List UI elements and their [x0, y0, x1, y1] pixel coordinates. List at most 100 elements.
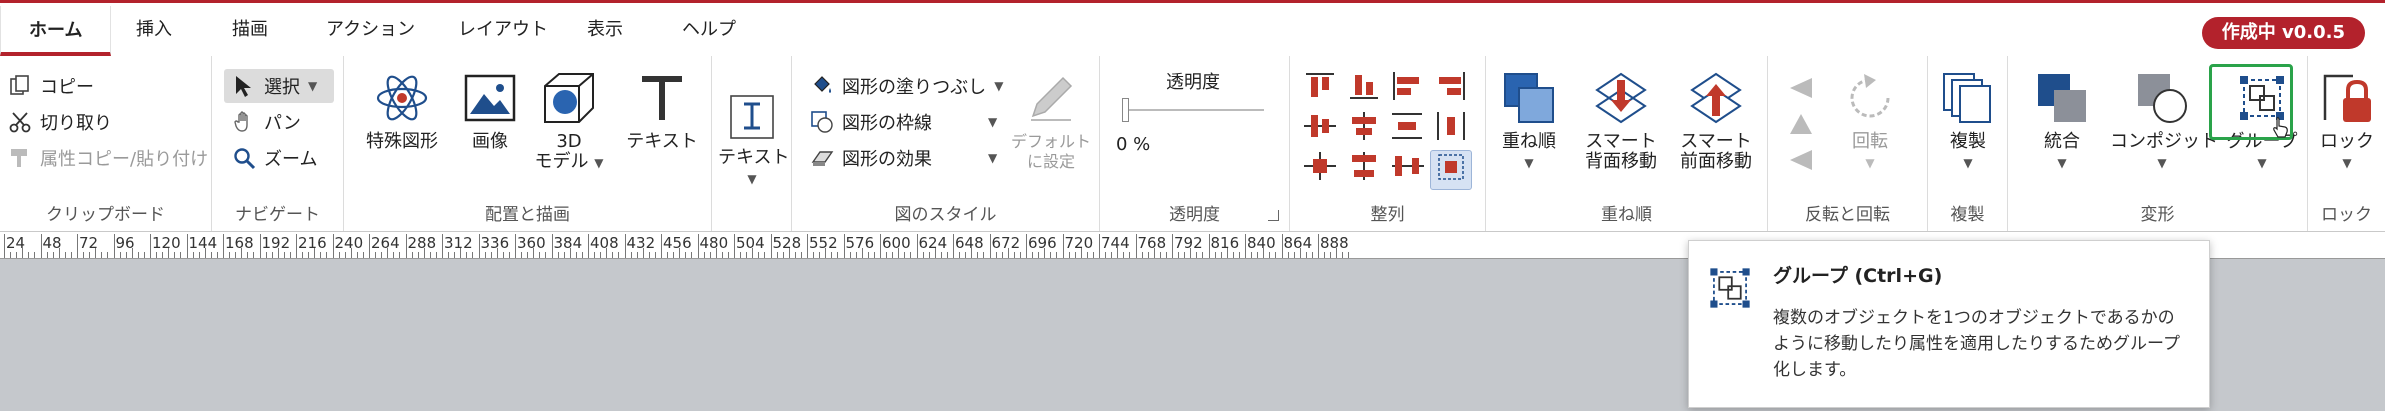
ruler-tick [83, 252, 85, 258]
lock-button[interactable]: ロック ▼ [2312, 70, 2382, 173]
image-button[interactable]: 画像 [460, 70, 520, 152]
ruler-tick-label: 840 [1247, 234, 1276, 252]
ruler-tick [898, 248, 900, 258]
group-label-order: 重ね順 [1601, 205, 1652, 225]
ruler-tick [788, 248, 790, 258]
ruler-tick [454, 252, 456, 258]
tab-help[interactable]: ヘルプ [682, 15, 736, 41]
ruler-tick [1208, 234, 1210, 258]
ruler-tick [843, 234, 845, 258]
chevron-down-icon: ▼ [988, 151, 998, 165]
combine-button[interactable]: 統合 ▼ [2024, 70, 2100, 173]
ruler-tick [1245, 234, 1246, 258]
select-tool-button[interactable]: 選択 ▼ [232, 70, 317, 102]
ruler-tick [40, 234, 42, 258]
tab-action[interactable]: アクション [326, 15, 415, 41]
tab-view[interactable]: 表示 [587, 15, 623, 41]
ruler-tick [581, 252, 583, 258]
ruler-tick [1068, 252, 1070, 258]
text-place-label: テキスト [626, 131, 698, 152]
ruler-tick [807, 234, 808, 258]
ruler-tick [837, 252, 839, 258]
ruler-tick [204, 248, 206, 258]
smart-send-back-button[interactable]: スマート 背面移動 [1576, 70, 1666, 172]
ruler-tick [983, 252, 985, 258]
ruler-tick [1196, 252, 1198, 258]
tab-draw[interactable]: 描画 [232, 15, 268, 41]
ruler-tick [381, 252, 383, 258]
ruler-tick [259, 234, 261, 258]
text-place-button[interactable]: テキスト [622, 70, 702, 152]
ruler-tick [697, 234, 699, 258]
combine-icon [2038, 74, 2086, 122]
ruler-tick [320, 252, 322, 258]
copy-label: コピー [40, 77, 94, 98]
ruler-tick [150, 234, 151, 258]
ruler-tick [1257, 252, 1259, 258]
distribute-horizontal-icon [1437, 112, 1465, 140]
ruler-tick [16, 252, 18, 258]
special-shape-button[interactable]: 特殊図形 [356, 70, 448, 152]
text-t-icon [642, 76, 682, 120]
ruler-tick [223, 234, 224, 258]
zoom-tool-button[interactable]: ズーム [232, 142, 317, 174]
cut-button[interactable]: 切り取り [8, 106, 112, 138]
shape-fill-button[interactable]: 図形の塗りつぶし ▼ [810, 70, 1003, 102]
transparency-slider-thumb[interactable] [1122, 98, 1129, 122]
ruler-tick [143, 252, 145, 258]
ribbon-tab-bar: ホーム 挿入 描画 アクション レイアウト 表示 ヘルプ 作成中 v0.0.5 [0, 3, 2385, 56]
ruler-tick [648, 252, 650, 258]
ruler-tick [417, 252, 419, 258]
bring-forward-icon [1690, 72, 1742, 124]
smart-bring-front-button[interactable]: スマート 前面移動 [1670, 70, 1762, 172]
ruler-tick [162, 252, 164, 258]
ruler-tick [186, 234, 188, 258]
text-button[interactable]: テキスト ▼ [718, 92, 789, 189]
transparency-slider-track[interactable] [1124, 109, 1264, 111]
format-painter-button[interactable]: 属性コピー/貼り付け [8, 142, 208, 174]
order-button[interactable]: 重ね順 ▼ [1494, 70, 1564, 173]
zoom-label: ズーム [264, 149, 318, 170]
ruler-tick [435, 252, 437, 258]
align-top-icon [1306, 73, 1334, 97]
ruler-tick [594, 252, 596, 258]
ruler-tick [533, 248, 535, 258]
align-buttons-grid[interactable] [1304, 72, 1474, 186]
chevron-down-icon: ▼ [1963, 156, 1973, 170]
copy-button[interactable]: コピー [8, 70, 94, 102]
group-text: テキスト ▼ [712, 56, 792, 231]
duplicate-button[interactable]: 複製 ▼ [1932, 70, 2004, 173]
shape-effect-button[interactable]: 図形の効果 ▼ [810, 142, 997, 174]
shape-outline-button[interactable]: 図形の枠線 ▼ [810, 106, 997, 138]
ruler-tick [916, 234, 918, 258]
group-label-flip-rotate: 反転と回転 [1805, 205, 1890, 225]
ruler-tick [235, 252, 237, 258]
ruler-tick [1129, 252, 1131, 258]
chevron-down-icon: ▼ [308, 79, 318, 93]
tab-insert[interactable]: 挿入 [136, 15, 172, 41]
ruler-tick [1348, 252, 1350, 258]
ruler-tick [131, 248, 133, 258]
smart-bring-front-line1: スマート [1680, 131, 1752, 152]
ruler-tick [1135, 234, 1137, 258]
ruler-tick [1238, 252, 1240, 258]
flip-buttons[interactable] [1786, 76, 1816, 186]
ruler-tick [1050, 252, 1052, 258]
ruler-tick [52, 252, 54, 258]
ruler-tick [989, 234, 991, 258]
tab-layout[interactable]: レイアウト [458, 15, 548, 41]
group-clipboard: コピー 切り取り 属性コピー/貼り付け クリップボード [0, 56, 212, 231]
ruler-tick [241, 248, 243, 258]
set-default-button[interactable]: デフォルト に設定 [1006, 70, 1096, 172]
rotate-button[interactable]: 回転 ▼ [1828, 70, 1912, 173]
pan-label: パン [264, 113, 301, 134]
dialog-launcher-icon[interactable] [1268, 210, 1279, 221]
ruler-tick [1293, 252, 1295, 258]
ruler-tick [1117, 248, 1119, 258]
tab-home[interactable]: ホーム [0, 6, 112, 56]
pan-tool-button[interactable]: パン [232, 106, 301, 138]
group-duplicate: 複製 ▼ 複製 [1928, 56, 2008, 231]
composite-button[interactable]: コンポジット ▼ [2110, 70, 2218, 173]
ruler-tick [667, 252, 669, 258]
model-3d-button[interactable]: 3D モデル ▼ [530, 70, 608, 173]
